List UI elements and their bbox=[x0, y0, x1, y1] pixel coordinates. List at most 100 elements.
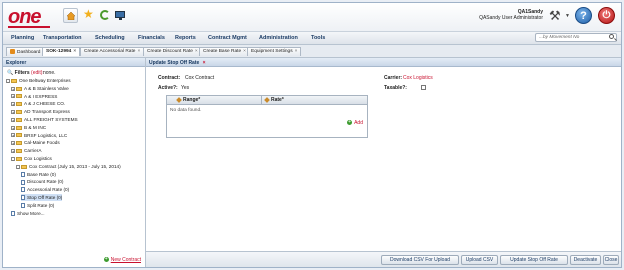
tree-item[interactable]: + B & M INC bbox=[11, 124, 46, 131]
tree-item-label: Show More... bbox=[17, 210, 45, 216]
tab-create-accessorial-rate[interactable]: Create Accessorial Rate × bbox=[80, 47, 145, 56]
menu-tools[interactable]: Tools bbox=[311, 35, 325, 41]
contract-label: Contract: bbox=[158, 75, 181, 81]
menu-financials[interactable]: Financials bbox=[138, 35, 165, 41]
add-row-button[interactable]: + Add bbox=[347, 120, 363, 126]
column-range[interactable]: Range* bbox=[176, 96, 201, 103]
panel-title: Update Stop Off Rate bbox=[149, 60, 200, 66]
tab-create-discount-rate[interactable]: Create Discount Rate × bbox=[143, 47, 202, 56]
tree-item-label: Cox Contract (July 15, 2013 - July 15, 2… bbox=[29, 163, 121, 169]
main-menu: Planning Transportation Scheduling Finan… bbox=[3, 32, 621, 45]
expand-icon[interactable]: + bbox=[11, 102, 15, 107]
tab-sok-12994[interactable]: SOK-12994 × bbox=[42, 47, 81, 56]
download-csv-button[interactable]: Download CSV For Upload bbox=[381, 255, 459, 265]
column-divider bbox=[261, 96, 262, 104]
tab-dashboard[interactable]: Dashboard bbox=[6, 47, 45, 56]
tree-item-label: CarrierA bbox=[24, 148, 42, 154]
tab-equipment-settings[interactable]: Equipment Settings × bbox=[247, 47, 302, 56]
folder-icon bbox=[16, 156, 22, 161]
power-icon[interactable]: ⏻ bbox=[598, 7, 615, 24]
menu-scheduling[interactable]: Scheduling bbox=[95, 35, 125, 41]
contract-value: Cox Contract bbox=[185, 75, 215, 81]
new-contract-link[interactable]: + New Contract bbox=[103, 257, 141, 263]
tree-item[interactable]: Show More... bbox=[11, 210, 45, 217]
refresh-button[interactable] bbox=[98, 8, 113, 23]
close-icon[interactable]: × bbox=[203, 60, 206, 66]
expand-icon[interactable]: + bbox=[11, 86, 15, 91]
tree-item[interactable]: + AD Transport Express bbox=[11, 108, 70, 115]
search-icon[interactable] bbox=[609, 34, 614, 39]
taxable-checkbox[interactable] bbox=[421, 85, 426, 90]
update-stop-off-rate-button[interactable]: Update Stop Off Rate bbox=[500, 255, 568, 265]
menu-administration[interactable]: Administration bbox=[259, 35, 298, 41]
tree-item[interactable]: + A & I EXPRESS bbox=[11, 93, 57, 100]
filters-label: 🔍 Filters (edit): bbox=[7, 70, 44, 76]
tree-item[interactable]: Discount Rate (0) bbox=[21, 178, 63, 185]
expand-icon[interactable]: + bbox=[11, 133, 15, 138]
expand-icon[interactable]: + bbox=[11, 109, 15, 114]
expand-icon[interactable]: + bbox=[11, 94, 15, 99]
tree-item[interactable]: + BRSF Logistics, LLC bbox=[11, 132, 67, 139]
menu-transportation[interactable]: Transportation bbox=[43, 35, 82, 41]
close-icon[interactable]: × bbox=[295, 49, 298, 54]
help-icon[interactable]: ? bbox=[575, 7, 592, 24]
expand-icon[interactable]: + bbox=[11, 125, 15, 130]
folder-icon bbox=[16, 109, 22, 114]
deactivate-button[interactable]: Deactivate bbox=[570, 255, 601, 265]
column-range-label: Range* bbox=[183, 97, 201, 103]
tree-item[interactable]: + ALL FREIGHT SYSTEMS bbox=[11, 116, 78, 123]
menu-planning[interactable]: Planning bbox=[11, 35, 34, 41]
tree-item[interactable]: + Cal-Maine Foods bbox=[11, 139, 60, 146]
expand-icon[interactable]: + bbox=[11, 141, 15, 146]
tab-create-base-rate[interactable]: Create Base Rate × bbox=[199, 47, 250, 56]
menu-contract-mgmt[interactable]: Contract Mgmt bbox=[208, 35, 247, 41]
folder-icon bbox=[16, 148, 22, 153]
search-placeholder: ...by Movement No bbox=[539, 35, 580, 40]
collapse-icon[interactable]: - bbox=[11, 156, 15, 161]
favorites-button[interactable]: ★ bbox=[81, 8, 96, 23]
tree-item-label: Base Rate (0) bbox=[27, 171, 56, 177]
monitor-button[interactable] bbox=[113, 8, 128, 23]
tab-label: Equipment Settings bbox=[251, 49, 293, 54]
filters-edit-link[interactable]: (edit): bbox=[31, 70, 44, 76]
expand-icon[interactable]: + bbox=[11, 148, 15, 153]
document-icon bbox=[11, 210, 15, 216]
folder-icon bbox=[16, 94, 22, 99]
tree-item[interactable]: - Cox Contract (July 15, 2013 - July 15, … bbox=[16, 163, 121, 170]
tree-item[interactable]: Base Rate (0) bbox=[21, 171, 56, 178]
tree-item[interactable]: Accessorial Rate (0) bbox=[21, 186, 69, 193]
tree-item[interactable]: + A & J CHEESE CO. bbox=[11, 100, 65, 107]
close-icon[interactable]: × bbox=[195, 49, 198, 54]
tree-item-label: Discount Rate (0) bbox=[27, 179, 64, 185]
tree-item[interactable]: - Cox Logistics bbox=[11, 155, 52, 162]
tree-item[interactable]: + CarrierA bbox=[11, 147, 41, 154]
upload-csv-button[interactable]: Upload CSV bbox=[461, 255, 498, 265]
collapse-icon[interactable]: - bbox=[16, 164, 20, 169]
carrier-value[interactable]: Cox Logistics bbox=[403, 75, 433, 81]
tree-item-label: Split Rate (0) bbox=[27, 202, 55, 208]
taxable-label: Taxable?: bbox=[384, 85, 407, 91]
menu-reports[interactable]: Reports bbox=[175, 35, 196, 41]
close-icon[interactable]: × bbox=[137, 49, 140, 54]
close-button[interactable]: Close bbox=[603, 255, 619, 265]
chevron-down-icon[interactable]: ▼ bbox=[565, 13, 570, 19]
tab-label: Create Base Rate bbox=[203, 49, 242, 54]
expand-icon[interactable]: + bbox=[11, 117, 15, 122]
tree-item[interactable]: Stop Off Rate (0) bbox=[21, 194, 63, 201]
collapse-icon[interactable]: - bbox=[6, 78, 10, 83]
tools-icon[interactable]: ⚒ bbox=[549, 9, 563, 23]
tree-item-label: A & I EXPRESS bbox=[24, 93, 58, 99]
user-info: QA1Sandy QASandy User Administrator bbox=[479, 9, 543, 21]
close-icon[interactable]: × bbox=[73, 49, 76, 54]
column-rate[interactable]: Rate* bbox=[264, 96, 284, 103]
app-header: one ★ QA1Sandy QASandy User Administrato… bbox=[3, 3, 621, 32]
close-icon[interactable]: × bbox=[243, 49, 246, 54]
tree-item[interactable]: - One Beltway Enterprises bbox=[6, 77, 71, 84]
movement-search-input[interactable]: ...by Movement No bbox=[535, 33, 617, 42]
tree-item[interactable]: Split Rate (0) bbox=[21, 202, 54, 209]
tree-item[interactable]: + A & B Stainless Valve bbox=[11, 85, 69, 92]
add-label: Add bbox=[354, 120, 363, 126]
explorer-panel: Explorer 🔍 Filters (edit): none. - One Be… bbox=[3, 58, 146, 267]
home-button[interactable] bbox=[63, 8, 78, 23]
monitor-icon bbox=[115, 11, 125, 20]
